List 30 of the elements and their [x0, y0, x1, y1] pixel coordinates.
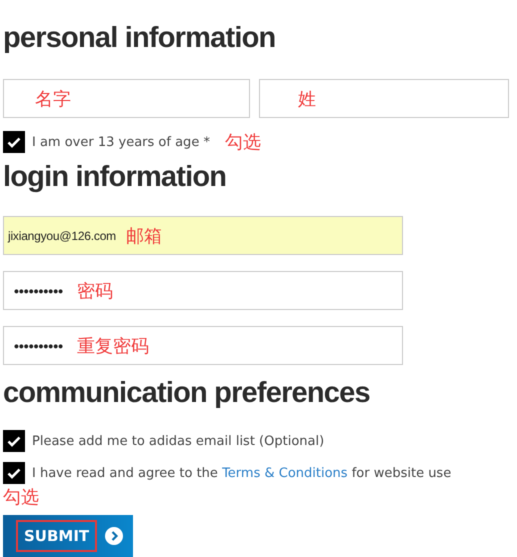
checkbox-label: I am over 13 years of age *: [32, 134, 210, 150]
annotation-text: 勾选: [3, 487, 39, 508]
checkbox[interactable]: [3, 131, 25, 153]
terms-link[interactable]: Terms & Conditions: [222, 466, 348, 480]
checkmark-icon: [7, 468, 21, 478]
chevron-icon: [105, 527, 124, 545]
checkmark-icon: [7, 136, 21, 148]
annotation-text: 邮箱: [126, 224, 162, 248]
field-value: ••••••••••: [14, 338, 64, 354]
name-field[interactable]: 名字: [3, 79, 250, 118]
checkbox-label: I have read and agree to the Terms & Conditions for website use: [32, 466, 452, 480]
annotation-text: 密码: [77, 280, 114, 302]
annotation-text: 姓: [298, 88, 316, 110]
email-field[interactable]: jixiangyou@126.com 邮箱: [3, 216, 403, 255]
name-field[interactable]: 姓: [259, 79, 509, 118]
annotation-text: 名字: [35, 88, 71, 110]
field-value: ••••••••••: [14, 282, 64, 298]
section-heading: communication preferences: [3, 376, 370, 410]
section-heading: login information: [3, 160, 226, 194]
section-heading: personal information: [3, 21, 276, 55]
submit-button[interactable]: SUBMIT: [3, 515, 133, 557]
annotation-text: 重复密码: [77, 334, 150, 358]
checkbox[interactable]: [3, 430, 25, 452]
field-value: jixiangyou@126.com: [8, 228, 116, 242]
annotation-text: 勾选: [224, 131, 261, 154]
password-field[interactable]: •••••••••• 重复密码: [3, 326, 403, 365]
checkbox[interactable]: [3, 462, 25, 484]
checkmark-icon: [7, 436, 21, 446]
password-field[interactable]: •••••••••• 密码: [3, 271, 403, 310]
checkbox-label: Please add me to adidas email list (Optional): [32, 434, 324, 448]
